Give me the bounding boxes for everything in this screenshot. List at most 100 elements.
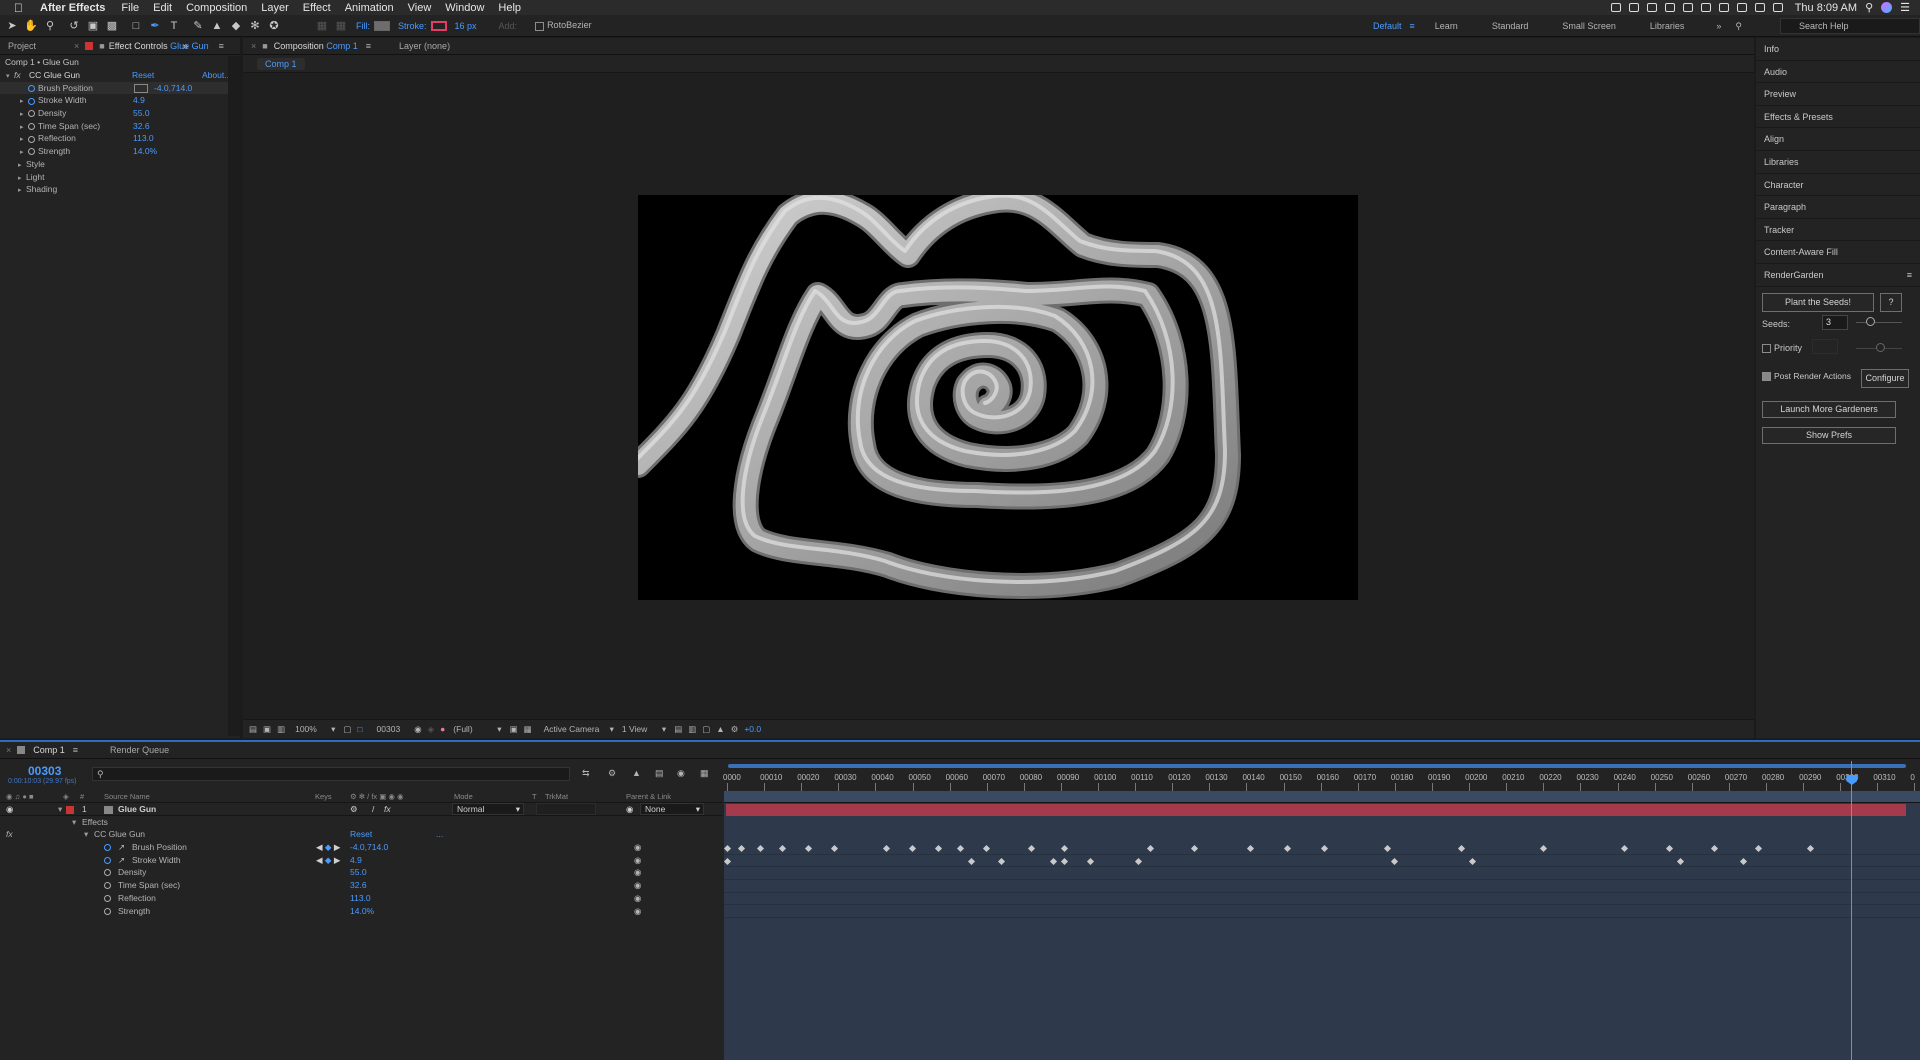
spotlight-icon[interactable]: ⚲ xyxy=(1865,1,1873,14)
volume-icon[interactable] xyxy=(1754,3,1765,12)
tab-project[interactable]: Project xyxy=(0,41,44,51)
shy-switch-icon[interactable]: ⚙ xyxy=(350,804,358,815)
fit-icon[interactable]: ▢ xyxy=(343,724,351,735)
density-value[interactable]: 55.0 xyxy=(133,107,150,120)
eraser-tool-icon[interactable]: ◆ xyxy=(229,19,243,33)
roto-brush-tool-icon[interactable]: ✻ xyxy=(248,19,262,33)
menu-edit[interactable]: Edit xyxy=(153,2,172,14)
stopwatch-icon[interactable] xyxy=(28,123,35,130)
video-eye-icon[interactable]: ◉ xyxy=(6,804,13,815)
close-icon[interactable]: × xyxy=(251,41,256,51)
safe-margins-icon[interactable]: ▣ xyxy=(263,724,271,735)
panel-menu-icon[interactable]: ≡ xyxy=(366,41,371,51)
priority-checkbox[interactable] xyxy=(1762,343,1771,353)
fx-switch-icon[interactable]: fx xyxy=(384,804,391,814)
status-icon[interactable] xyxy=(1718,3,1729,12)
playhead[interactable] xyxy=(1846,761,1858,1060)
panel-align[interactable]: Align xyxy=(1756,128,1920,151)
quality-switch-icon[interactable]: / xyxy=(372,804,374,814)
parent-link-header[interactable]: Parent & Link xyxy=(626,792,671,801)
brush-position-value[interactable]: -4.0,714.0 xyxy=(154,82,192,95)
timeline-icon[interactable]: ▢ xyxy=(702,724,710,735)
stopwatch-icon[interactable] xyxy=(104,907,111,915)
stopwatch-icon[interactable] xyxy=(104,894,111,902)
graph-icon[interactable]: ↗ xyxy=(118,855,125,866)
panel-info[interactable]: Info xyxy=(1756,38,1920,61)
camera-tool-icon[interactable]: ▣ xyxy=(86,19,100,33)
seeds-input[interactable]: 3 xyxy=(1822,314,1848,330)
panel-menu-icon[interactable]: ≡ xyxy=(1907,264,1912,287)
menu-view[interactable]: View xyxy=(408,2,432,14)
selection-tool-icon[interactable]: ➤ xyxy=(5,19,19,33)
timeline-property-row[interactable]: Density 55.0 ◉ xyxy=(0,867,722,880)
workspace-standard[interactable]: Standard xyxy=(1492,21,1529,31)
menu-help[interactable]: Help xyxy=(498,2,521,14)
stopwatch-icon[interactable] xyxy=(104,869,111,877)
panel-audio[interactable]: Audio xyxy=(1756,61,1920,84)
clock[interactable]: Thu 8:09 AM xyxy=(1795,2,1857,14)
comp-mini-flowchart-icon[interactable]: ⇆ xyxy=(582,768,590,779)
resolution-dropdown[interactable]: (Full) xyxy=(453,724,497,734)
keyframe-navigator-icon[interactable]: ◀ ◆ ▶ xyxy=(316,855,340,866)
tab-render-queue[interactable]: Render Queue xyxy=(102,745,177,755)
fx-icon[interactable]: fx xyxy=(6,829,13,839)
menu-app-name[interactable]: After Effects xyxy=(40,2,105,14)
draft-3d-icon[interactable]: ⚙ xyxy=(608,768,616,779)
launch-gardeners-button[interactable]: Launch More Gardeners xyxy=(1762,400,1896,418)
reflection-value[interactable]: 113.0 xyxy=(133,132,154,145)
rendergarden-header[interactable]: RenderGarden ≡ xyxy=(1756,264,1920,287)
battery-icon[interactable] xyxy=(1772,3,1783,12)
twirl-closed-icon[interactable]: ▸ xyxy=(18,185,26,198)
zoom-dropdown[interactable]: 100% xyxy=(295,724,329,734)
timeline-property-value[interactable]: 32.6 xyxy=(350,880,367,890)
layer-switches-icon[interactable]: ⚙ ✻ / fx ▣ ◉ ◉ xyxy=(350,792,404,801)
timeline-layer-row[interactable]: ◉ ▾ 1 Glue Gun ⚙ / fx Normal ▾ ◉ None ▾ xyxy=(0,803,722,816)
timeline-property-row[interactable]: Reflection 113.0 ◉ xyxy=(0,893,722,906)
chevron-down-icon[interactable]: ▾ xyxy=(497,724,501,735)
workspace-default[interactable]: Default xyxy=(1373,21,1402,31)
graph-icon[interactable]: ↗ xyxy=(118,842,125,853)
menu-file[interactable]: File xyxy=(121,2,139,14)
stopwatch-icon[interactable] xyxy=(104,856,111,864)
timeline-property-value[interactable]: -4.0,714.0 xyxy=(350,842,388,852)
siri-icon[interactable] xyxy=(1881,2,1893,13)
workspace-small-screen[interactable]: Small Screen xyxy=(1562,21,1616,31)
layer-name[interactable]: Glue Gun xyxy=(118,804,156,814)
stroke-swatch[interactable] xyxy=(430,20,447,31)
airplay-icon[interactable] xyxy=(1700,3,1711,12)
pickwhip-icon[interactable]: ◉ xyxy=(634,842,641,853)
camera-dropdown[interactable]: Active Camera xyxy=(544,724,610,734)
keyframe-lane[interactable] xyxy=(724,880,1920,893)
property-row[interactable]: ▸ Strength 14.0% xyxy=(0,145,228,158)
twirl-open-icon[interactable]: ▾ xyxy=(84,829,88,840)
group-row-light[interactable]: ▸ Light xyxy=(0,171,228,184)
stopwatch-icon[interactable] xyxy=(28,97,35,105)
close-icon[interactable]: × xyxy=(74,41,79,51)
clone-stamp-tool-icon[interactable]: ▲ xyxy=(210,19,224,33)
pickwhip-icon[interactable]: ◉ xyxy=(634,880,641,891)
property-row[interactable]: ▸ Time Span (sec) 32.6 xyxy=(0,120,228,133)
notification-center-icon[interactable]: ☰ xyxy=(1900,1,1910,14)
timeline-search-input[interactable]: ⚲ xyxy=(92,767,570,781)
brush-tool-icon[interactable]: ✎ xyxy=(191,19,205,33)
timeline-property-value[interactable]: 55.0 xyxy=(350,867,367,877)
chevron-down-icon[interactable]: ▾ xyxy=(331,724,335,735)
t-header[interactable]: T xyxy=(532,792,537,801)
timeline-property-value[interactable]: 4.9 xyxy=(350,855,362,865)
timeline-graph-area[interactable]: 0000 00010 00020 00030 00040 00050 00060 00070 0… xyxy=(723,761,1920,1060)
group-row-style[interactable]: ▸ Style xyxy=(0,158,228,171)
tab-timeline-comp[interactable]: Comp 1 xyxy=(25,745,73,755)
search-icon[interactable]: ⚲ xyxy=(1735,21,1742,32)
zoom-tool-icon[interactable]: ⚲ xyxy=(43,19,57,33)
post-render-checkbox[interactable] xyxy=(1762,371,1771,381)
menu-animation[interactable]: Animation xyxy=(345,2,394,14)
hand-tool-icon[interactable]: ✋ xyxy=(24,19,38,33)
transparency-grid-icon[interactable]: □ xyxy=(357,724,362,734)
label-icon[interactable]: ◈ xyxy=(63,792,69,801)
chevron-down-icon[interactable]: ▾ xyxy=(662,724,666,735)
menu-composition[interactable]: Composition xyxy=(186,2,247,14)
always-preview-icon[interactable]: ▤ xyxy=(249,724,257,735)
status-icon[interactable] xyxy=(1628,3,1639,12)
dropbox-icon[interactable] xyxy=(1646,3,1657,12)
stopwatch-icon[interactable] xyxy=(28,110,35,118)
